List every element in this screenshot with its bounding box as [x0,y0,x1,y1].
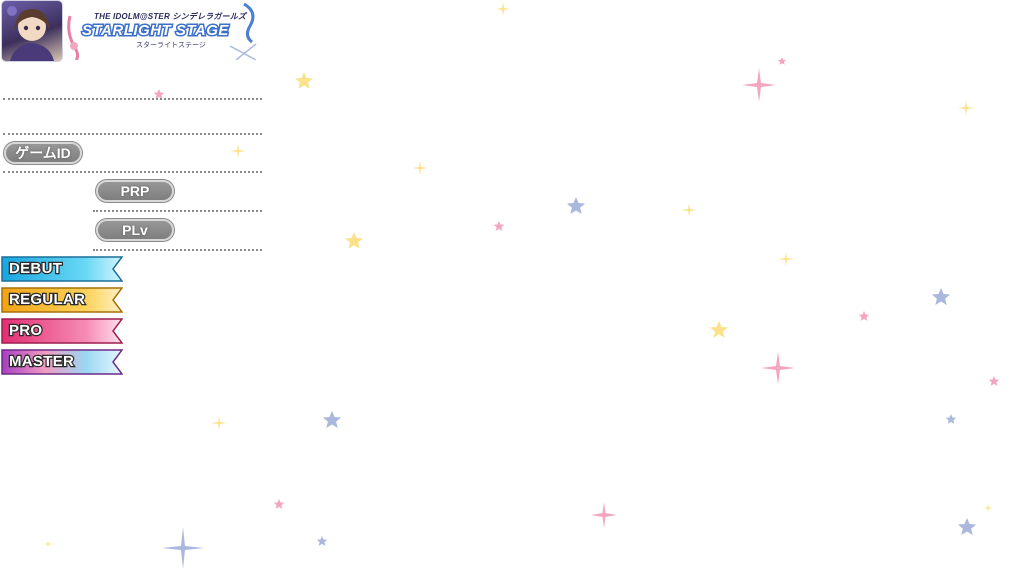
difficulty-ribbon-regular: REGULAR [1,287,123,313]
divider [3,98,262,100]
divider [3,133,262,135]
difficulty-label: MASTER [8,352,75,372]
plv-label-text: PLv [122,222,148,238]
sparkle-icon [591,68,795,528]
avatar-art [7,6,54,61]
app-screen: THE IDOLM@STER シンデレラガールズ STARLIGHT STAGE… [0,0,1024,576]
divider [3,171,262,173]
idol-avatar-icon [2,1,62,61]
difficulty-label: PRO [8,321,44,341]
plv-label: PLv [96,219,174,241]
difficulty-label: DEBUT [8,259,63,279]
prp-label-text: PRP [120,183,150,199]
star-icon [153,57,1000,509]
game-id-label-text: ゲームID [15,145,71,161]
difficulty-ribbon-debut: DEBUT [1,256,123,282]
logo-title: STARLIGHT STAGE [81,21,230,41]
logo-sub-line: スターライトステージ [136,42,206,49]
starlight-stage-logo: THE IDOLM@STER シンデレラガールズ STARLIGHT STAGE… [66,2,262,60]
difficulty-ribbon-pro: PRO [1,318,123,344]
prp-label: PRP [96,180,174,202]
sparkle-icon [162,527,204,569]
star-icon [316,197,977,546]
divider [93,249,262,251]
star-icon [295,72,728,338]
game-id-label: ゲームID [4,142,82,164]
divider [93,210,262,212]
difficulty-label: REGULAR [8,290,86,310]
logo-top-line: THE IDOLM@STER シンデレラガールズ [94,12,247,21]
sparkle-background [44,2,1000,569]
difficulty-ribbon-master: MASTER [1,349,123,375]
sparkle-icon [44,2,992,548]
